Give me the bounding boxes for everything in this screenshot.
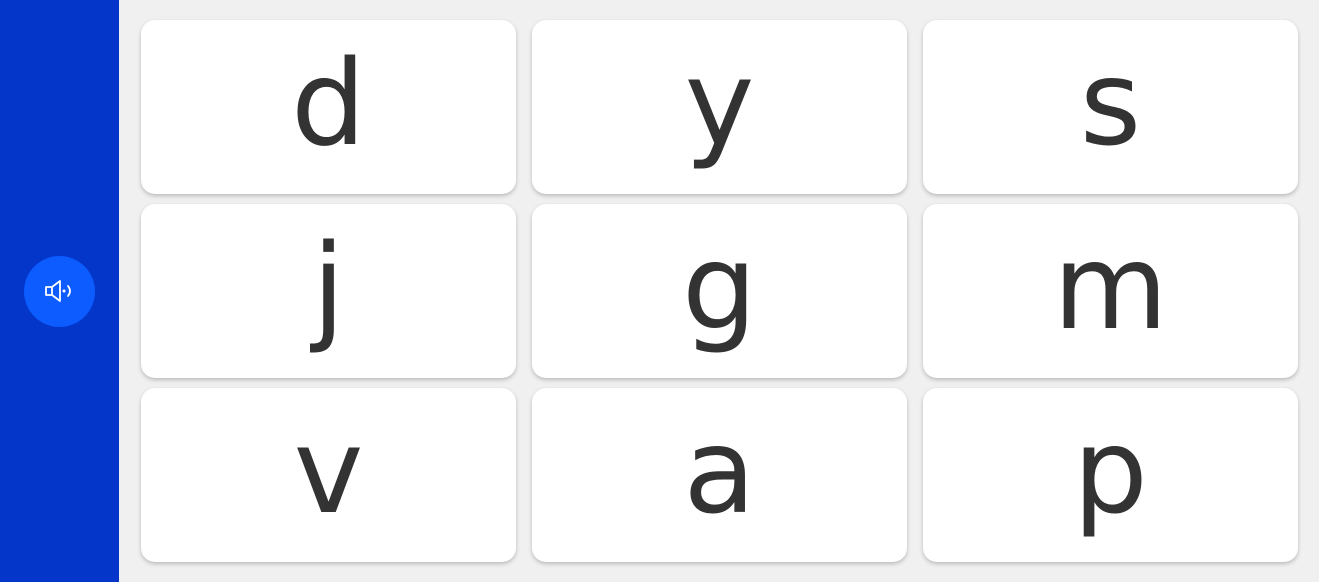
letter-grid-area: d y s j g m v a p [119, 0, 1319, 582]
card-letter: m [1053, 218, 1168, 356]
letter-card[interactable]: d [141, 20, 516, 194]
letter-card[interactable]: y [532, 20, 907, 194]
card-letter: g [682, 218, 757, 356]
app-window: d y s j g m v a p [0, 0, 1319, 582]
letter-grid: d y s j g m v a p [141, 20, 1298, 562]
card-letter: v [293, 402, 364, 540]
letter-card[interactable]: m [923, 204, 1298, 378]
card-letter: j [312, 218, 345, 356]
card-letter: y [684, 34, 755, 172]
letter-card[interactable]: g [532, 204, 907, 378]
card-letter: d [291, 34, 366, 172]
speaker-sound-icon [42, 277, 78, 305]
play-sound-button[interactable] [24, 255, 95, 327]
card-letter: a [683, 402, 756, 540]
letter-card[interactable]: v [141, 388, 516, 562]
letter-card[interactable]: p [923, 388, 1298, 562]
sidebar [0, 0, 119, 582]
card-letter: p [1073, 402, 1148, 540]
letter-card[interactable]: a [532, 388, 907, 562]
letter-card[interactable]: j [141, 204, 516, 378]
card-letter: s [1079, 34, 1142, 172]
letter-card[interactable]: s [923, 20, 1298, 194]
